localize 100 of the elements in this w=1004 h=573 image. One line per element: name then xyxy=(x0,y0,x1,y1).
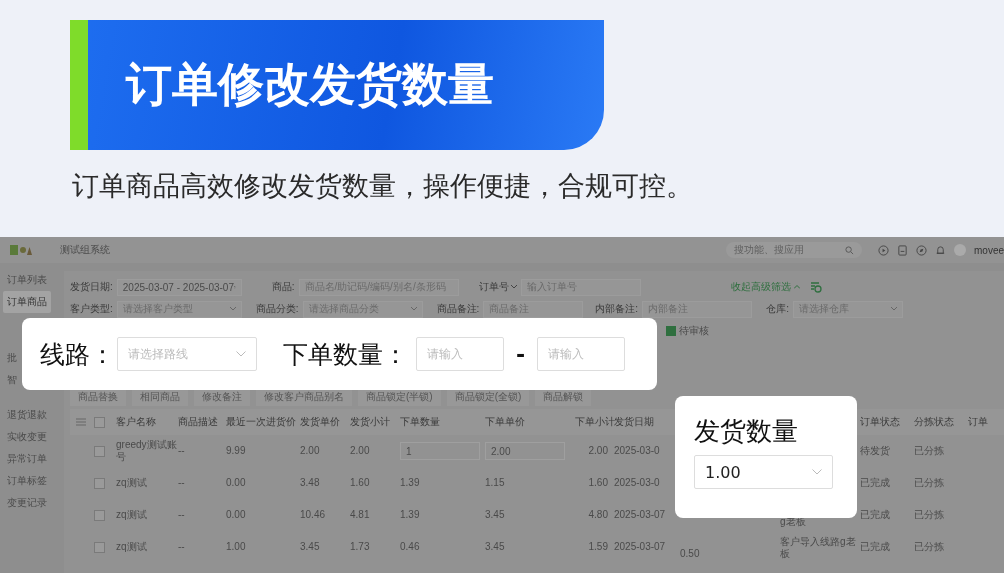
table-cell-text: -- xyxy=(178,509,186,521)
checkbox[interactable] xyxy=(94,541,105,553)
table-cell-text: 待发货 xyxy=(860,445,891,457)
table-cell-text: 10.46 xyxy=(300,509,327,521)
table-cell-text: 1.39 xyxy=(400,477,421,489)
column-header: 发货单价 xyxy=(300,415,341,429)
chevron-up-icon xyxy=(793,285,800,289)
table-cell-text: 4.81 xyxy=(350,509,371,521)
ship-quantity-select[interactable]: 1.00 xyxy=(694,455,833,489)
table-cell-text: 客户导入线路g老板 xyxy=(780,536,857,561)
document-icon[interactable] xyxy=(897,244,908,256)
logo-icon xyxy=(10,244,32,256)
column-header: 订单状态 xyxy=(860,415,901,429)
table-cell-text: -- xyxy=(178,445,186,457)
user-name: movee xyxy=(974,244,1004,256)
route-select[interactable]: 请选择路线 xyxy=(117,337,257,371)
table-cell-text: 2025-03-0 xyxy=(614,445,661,457)
table-cell-text: 0.00 xyxy=(226,509,247,521)
sidebar-item[interactable]: 智 xyxy=(3,369,21,391)
checkbox[interactable] xyxy=(94,509,105,521)
route-label: 线路： xyxy=(40,338,115,371)
table-cell-text: 1.39 xyxy=(400,509,421,521)
column-header: 商品描述 xyxy=(178,415,219,429)
chevron-down-icon xyxy=(236,351,246,357)
chevron-down-icon xyxy=(890,307,897,311)
search-icon xyxy=(845,245,854,255)
column-header: 分拣状态 xyxy=(914,415,955,429)
system-name: 测试组系统 xyxy=(60,243,111,257)
table-cell-text: 2025-03-07 xyxy=(614,509,667,521)
table-cell-text: zq测试 xyxy=(116,541,148,553)
filter-label: 发货日期: xyxy=(70,280,113,294)
filter-settings-icon[interactable] xyxy=(809,281,822,293)
bell-icon[interactable] xyxy=(935,244,946,256)
menu-icon[interactable] xyxy=(76,418,86,426)
play-icon[interactable] xyxy=(878,244,889,256)
table-cell-text: 1.15 xyxy=(485,477,506,489)
table-cell: greedy测试账号 xyxy=(116,439,178,463)
ship-quantity-label: 发货数量 xyxy=(694,415,798,448)
table-cell-text: zq测试 xyxy=(116,477,148,489)
filter-label: 仓库: xyxy=(766,302,789,316)
chevron-down-icon xyxy=(410,307,417,311)
table-cell-text: 3.45 xyxy=(300,541,321,553)
table-cell-text: 0.46 xyxy=(400,541,421,553)
table-cell-text: 1.59 xyxy=(587,541,609,553)
compass-icon[interactable] xyxy=(916,244,927,256)
table-cell-text: 1.60 xyxy=(350,477,371,489)
sidebar-item[interactable]: 批 xyxy=(3,347,21,369)
table-cell-text: 已分拣 xyxy=(914,509,945,521)
filter-field[interactable]: 2025-03-07 - 2025-03-07 xyxy=(116,278,242,296)
sidebar-item[interactable]: 实收变更 xyxy=(3,426,51,448)
table-cell-text: 2.00 xyxy=(350,445,371,457)
column-header: 订单 xyxy=(968,415,989,429)
table-cell-text: 已完成 xyxy=(860,477,891,489)
quantity-label: 下单数量： xyxy=(283,338,408,371)
sidebar-item[interactable]: 订单商品 xyxy=(3,291,51,313)
checkbox[interactable] xyxy=(94,477,105,489)
filter-label: 商品分类: xyxy=(255,302,299,316)
banner-title: 订单修改发货数量 xyxy=(126,56,494,113)
table-cell-text: 9.99 xyxy=(226,445,247,457)
filter-label: 订单号 xyxy=(478,280,517,294)
table-cell-text: 2025-03-07 xyxy=(614,541,667,553)
table-cell-text: 4.80 xyxy=(587,509,609,521)
table-cell-text: 1.60 xyxy=(587,477,609,489)
column-header: 发货日期 xyxy=(614,415,655,429)
table-cell-text: 已分拣 xyxy=(914,477,945,489)
table-input[interactable]: 2.00 xyxy=(485,442,565,460)
column-header: 发货小计 xyxy=(350,415,391,429)
checkbox-label: 待审核 xyxy=(679,324,709,338)
range-separator: - xyxy=(516,341,526,367)
checkbox[interactable] xyxy=(666,326,676,336)
chevron-down-icon xyxy=(229,307,236,311)
table-input[interactable]: 1 xyxy=(400,442,480,460)
min-quantity-field[interactable]: 请输入 xyxy=(416,337,504,371)
max-quantity-field[interactable]: 请输入 xyxy=(537,337,626,371)
chevron-down-icon xyxy=(812,469,822,475)
checkbox[interactable] xyxy=(94,445,105,457)
column-header: 下单单价 xyxy=(485,415,526,429)
table-cell-text: 3.45 xyxy=(485,509,506,521)
table-cell-text: -- xyxy=(178,541,186,553)
table-cell-text: 2.00 xyxy=(300,445,321,457)
table-cell-text: 3.48 xyxy=(300,477,321,489)
table-cell-text: 0.50 xyxy=(680,548,701,561)
filter-label: 内部备注: xyxy=(595,302,639,316)
table-cell-text: 0.00 xyxy=(226,477,247,489)
collapse-filter-link[interactable]: 收起高级筛选 xyxy=(730,280,791,294)
filter-label: 商品: xyxy=(271,280,295,294)
table-cell-text: 3.45 xyxy=(485,541,506,553)
table-cell-text: zq测试 xyxy=(116,509,148,521)
table-cell-text: 已分拣 xyxy=(914,445,945,457)
column-header: 客户名称 xyxy=(116,415,157,429)
checkbox[interactable] xyxy=(94,416,105,428)
table-cell-text: 2.00 xyxy=(587,445,609,457)
table-cell-text: 已分拣 xyxy=(914,541,945,553)
subtitle: 订单商品高效修改发货数量，操作便捷，合规可控。 xyxy=(72,169,694,203)
filter-label: 客户类型: xyxy=(70,302,113,316)
table-cell-text: -- xyxy=(178,477,186,489)
table-cell-text: 1.00 xyxy=(226,541,247,553)
table-cell-text: 已完成 xyxy=(860,509,891,521)
table-cell-text: 已完成 xyxy=(860,541,891,553)
caret-icon xyxy=(510,285,517,289)
